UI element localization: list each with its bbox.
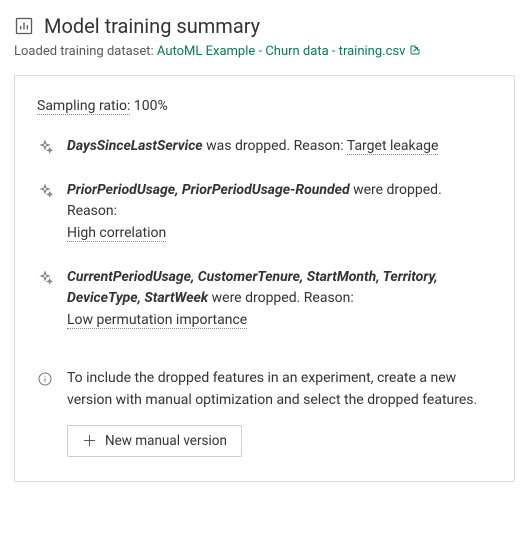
sampling-ratio-value: 100% [134,98,168,114]
drop-item-text: PriorPeriodUsage, PriorPeriodUsage-Round… [67,180,492,245]
sparkle-icon [37,183,53,199]
dataset-link[interactable]: AutoML Example - Churn data - training.c… [157,44,421,59]
sampling-ratio-label[interactable]: Sampling ratio: [37,98,130,115]
dataset-line: Loaded training dataset: AutoML Example … [14,44,515,59]
external-link-icon [409,44,421,56]
info-icon [37,371,53,387]
reason-link[interactable]: Low permutation importance [67,312,247,329]
page-header: Model training summary [14,14,515,38]
sparkle-icon [37,270,53,286]
drop-item: PriorPeriodUsage, PriorPeriodUsage-Round… [37,180,492,245]
sparkle-icon [37,139,53,155]
info-block: To include the dropped features in an ex… [37,368,492,457]
reason-link[interactable]: Target leakage [347,138,439,155]
page-title: Model training summary [44,14,260,38]
bar-chart-icon [14,16,34,36]
feature-names: DaysSinceLastService [67,138,203,154]
feature-names: PriorPeriodUsage, PriorPeriodUsage-Round… [67,182,350,198]
sampling-row: Sampling ratio: 100% [37,98,492,114]
info-text-container: To include the dropped features in an ex… [67,368,492,457]
drop-item: CurrentPeriodUsage, CustomerTenure, Star… [37,267,492,332]
new-manual-version-button[interactable]: ＋ New manual version [67,425,242,457]
drop-item: DaysSinceLastService was dropped. Reason… [37,136,492,158]
info-text: To include the dropped features in an ex… [67,368,492,411]
dataset-label: Loaded training dataset: [14,44,154,59]
plus-icon: ＋ [82,434,97,449]
reason-link[interactable]: High correlation [67,225,166,242]
summary-panel: Sampling ratio: 100% DaysSinceLastServic… [14,75,515,482]
drop-item-text: DaysSinceLastService was dropped. Reason… [67,136,438,158]
drop-item-text: CurrentPeriodUsage, CustomerTenure, Star… [67,267,492,332]
